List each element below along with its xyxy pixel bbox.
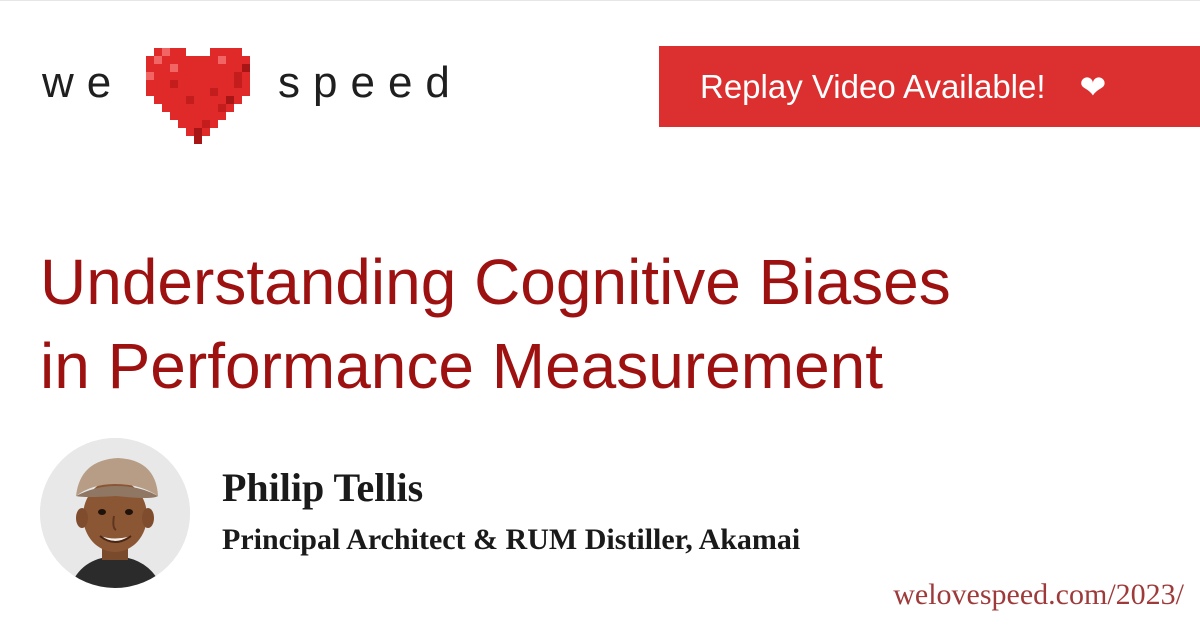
talk-title-line-2: in Performance Measurement — [40, 330, 884, 402]
talk-title: Understanding Cognitive Biases in Perfor… — [40, 240, 1180, 408]
replay-video-button[interactable]: Replay Video Available! ❤ — [659, 46, 1200, 127]
we-love-speed-logo: we speed — [40, 44, 480, 144]
speaker-role: Principal Architect & RUM Distiller, Aka… — [222, 523, 801, 556]
speaker-avatar — [40, 438, 190, 588]
talk-title-line-1: Understanding Cognitive Biases — [40, 246, 951, 318]
logo-word-we: we — [42, 58, 125, 107]
speaker-photo — [40, 438, 190, 588]
top-divider — [0, 0, 1200, 1]
heart-icon: ❤ — [1079, 67, 1107, 106]
event-url[interactable]: welovespeed.com/2023/ — [893, 575, 1184, 615]
speaker-name: Philip Tellis — [222, 465, 424, 510]
logo-word-speed: speed — [278, 58, 463, 107]
pixel-heart-icon — [146, 48, 250, 144]
replay-video-label: Replay Video Available! — [700, 67, 1046, 105]
